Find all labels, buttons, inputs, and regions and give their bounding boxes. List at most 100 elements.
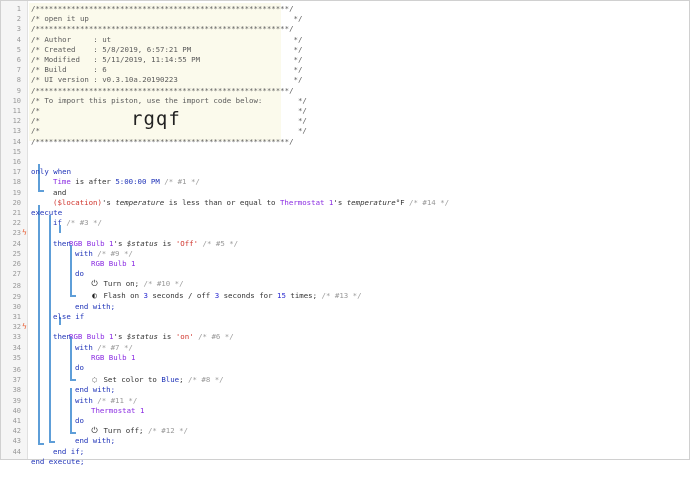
code-line-17: Time is after 5:00:00 PM /* #1 */ [1, 167, 200, 186]
task-text: times; [285, 291, 318, 301]
attribute-name: temperature [346, 197, 396, 207]
code-line-36: ◌ Set color to Blue; /* #8 */ [1, 365, 224, 384]
task-text: seconds for [219, 291, 278, 301]
code-line-16: only when [1, 157, 71, 176]
condition-status-on[interactable]: RGB Bulb 1's $status is 'on' /* #6 */ [69, 332, 234, 342]
code-line-29: end with; [1, 292, 115, 311]
line-number: 13 [12, 127, 21, 136]
statement-id-comment: /* #5 */ [198, 238, 239, 248]
line-number: 5 [16, 45, 21, 54]
comment-text: /***************************************… [31, 4, 294, 13]
code-line-34: RGB Bulb 1 [1, 343, 136, 362]
color-value: Blue [161, 374, 180, 384]
with3-tree-hook [70, 432, 76, 434]
comment-text: /***************************************… [31, 136, 294, 146]
possessive-text: 's [113, 332, 127, 342]
statement-id-comment: /* #9 */ [92, 248, 133, 258]
if-tree-line [49, 215, 51, 443]
statement-id-comment: /* #12 */ [143, 426, 188, 436]
if-tree-hook [49, 441, 55, 443]
code-line-20: execute [1, 198, 62, 217]
device-name: RGB Bulb 1 [69, 238, 114, 248]
task-turn-on[interactable]: ⏻ Turn on; /* #10 */ [90, 279, 183, 289]
line-number: 3 [16, 25, 21, 34]
code-line-41: ⏻ Turn off; /* #12 */ [1, 416, 188, 435]
statement-id-comment: /* #14 */ [404, 197, 450, 207]
attribute-name: temperature [115, 197, 165, 207]
statement-id-comment: /* #3 */ [61, 218, 102, 228]
only-when-keyword[interactable]: only when [31, 167, 71, 177]
execute-tree-line [38, 205, 40, 445]
with2-tree-hook [70, 379, 76, 381]
end-with-keyword: end with; [75, 385, 116, 395]
if-statement[interactable]: if /* #3 */ [53, 218, 102, 228]
task-text: Turn on; [103, 279, 140, 289]
code-line-25: RGB Bulb 1 [1, 249, 136, 268]
code-line-28: ◐ Flash on 3 seconds / off 3 seconds for… [1, 281, 362, 300]
code-line-24: with /* #9 */ [1, 239, 133, 258]
do-keyword: do [75, 269, 84, 279]
possessive-text: 's [333, 197, 347, 207]
line-number: 15 [12, 147, 21, 156]
line-number: 7 [16, 66, 21, 75]
code-line-30: else if [1, 302, 84, 321]
code-line-39: Thermostat 1 [1, 396, 144, 415]
time-value: 5:00:00 PM [115, 177, 160, 187]
code-line-22: ϟ RGB Bulb 1's $status is 'Off' /* #5 */ [1, 218, 238, 247]
line-number: 12 [12, 117, 21, 126]
line-number: 14 [12, 137, 21, 146]
then-keyword: then [53, 332, 71, 342]
task-set-color[interactable]: ◌ Set color to Blue; /* #8 */ [90, 375, 224, 385]
condition-time[interactable]: Time is after 5:00:00 PM /* #1 */ [53, 177, 200, 187]
lightning-icon: ϟ [22, 322, 27, 332]
with-statement[interactable]: with /* #9 */ [75, 249, 133, 259]
power-icon: ⏻ [91, 426, 98, 436]
comment-text: /* Build : 6 */ [31, 65, 303, 75]
code-line-38: with /* #11 */ [1, 385, 137, 405]
task-text: seconds / off [147, 291, 215, 301]
code-line-26: do [1, 259, 84, 278]
operator-text: is less than or equal to [164, 197, 280, 207]
comment-text: /* Author : ut */ [31, 34, 303, 44]
and-keyword[interactable]: and [53, 188, 66, 198]
power-icon: ⏻ [91, 279, 98, 289]
with3-tree-line [70, 388, 72, 434]
task-text: Turn off; [103, 426, 144, 436]
code-line-32: then [1, 322, 71, 341]
unit-text: °F [395, 197, 405, 207]
code-line-42: end with; [1, 426, 115, 445]
with1-tree-line [70, 245, 72, 297]
comment-text: /***************************************… [31, 24, 294, 34]
with-statement[interactable]: with /* #11 */ [75, 396, 137, 406]
else-if-keyword[interactable]: else if [53, 312, 84, 322]
device-name[interactable]: RGB Bulb 1 [91, 353, 136, 363]
do-keyword: do [75, 416, 84, 425]
only-when-tree-hook [38, 190, 44, 192]
do-keyword: do [75, 363, 84, 372]
code-line-27: ⏻ Turn on; /* #10 */ [1, 269, 183, 288]
code-line-21: if /* #3 */ [1, 208, 102, 227]
execute-keyword[interactable]: execute [31, 208, 62, 218]
line-number: 9 [16, 86, 21, 95]
flash-toggle-icon: ◐ [92, 291, 97, 301]
statement-id-comment: /* #6 */ [193, 332, 234, 342]
device-name[interactable]: Thermostat 1 [91, 406, 144, 416]
comment-text: /* open it up */ [31, 14, 303, 24]
task-flash[interactable]: ◐ Flash on 3 seconds / off 3 seconds for… [90, 291, 362, 301]
code-line-44: end execute; [1, 447, 84, 466]
code-line-35: do [1, 353, 84, 372]
line-number: 2 [16, 15, 21, 24]
comment-text: /***************************************… [31, 85, 294, 95]
condition-temperature[interactable]: ($location)'s temperature is less than o… [53, 198, 449, 208]
device-name[interactable]: RGB Bulb 1 [91, 259, 136, 269]
with-statement[interactable]: with /* #7 */ [75, 343, 133, 353]
code-line-19: ($location)'s temperature is less than o… [1, 188, 449, 207]
line-number: 10 [12, 96, 21, 105]
possessive-text: 's [113, 238, 127, 248]
import-code[interactable]: rgqf [131, 108, 181, 130]
end-execute-keyword: end execute; [31, 456, 85, 466]
task-turn-off[interactable]: ⏻ Turn off; /* #12 */ [90, 426, 188, 436]
condition-status-off[interactable]: RGB Bulb 1's $status is 'Off' /* #5 */ [69, 239, 238, 249]
code-line-18: and [1, 177, 66, 197]
attribute-name: $status [126, 238, 159, 248]
